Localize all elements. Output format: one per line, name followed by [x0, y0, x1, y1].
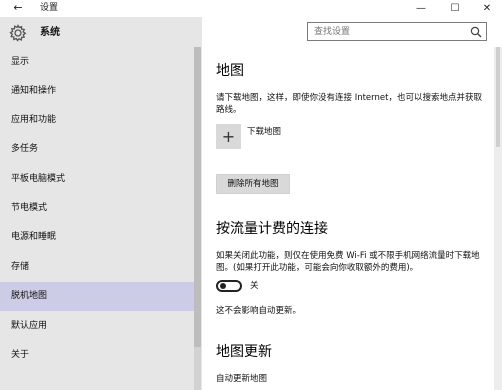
sidebar-header: 系统	[0, 17, 202, 47]
metered-toggle[interactable]	[216, 280, 242, 292]
sidebar-item-power-sleep[interactable]: 电源和睡眠	[0, 223, 194, 252]
sidebar-item-default-apps[interactable]: 默认应用	[0, 312, 194, 341]
auto-update-label: 自动更新地图	[216, 374, 268, 384]
main-scrollbar[interactable]	[494, 47, 502, 390]
main-scrollbar-thumb[interactable]	[496, 47, 500, 147]
sidebar-item-apps[interactable]: 应用和功能	[0, 106, 194, 135]
plus-icon: +	[221, 127, 236, 146]
metered-note: 这不会影响自动更新。	[216, 306, 302, 316]
sidebar-scrollbar-thumb[interactable]	[194, 47, 201, 347]
back-arrow-icon[interactable]: ←	[10, 1, 26, 15]
search-icon[interactable]	[470, 26, 482, 38]
close-button[interactable]: ✕	[472, 0, 502, 17]
gear-icon	[9, 24, 27, 42]
main-content: 地图 请下载地图，这样，即使你没有连接 Internet，也可以搜索地点并获取路…	[203, 47, 502, 390]
metered-heading: 按流量计费的连接	[216, 221, 328, 237]
maps-description: 请下载地图，这样，即使你没有连接 Internet，也可以搜索地点并获取路线。	[216, 93, 482, 115]
maps-heading: 地图	[216, 63, 244, 79]
map-updates-heading: 地图更新	[216, 344, 272, 360]
sidebar-item-display[interactable]: 显示	[0, 48, 194, 77]
sidebar-scrollbar[interactable]	[194, 47, 201, 390]
metered-toggle-label: 关	[250, 281, 259, 291]
sidebar-item-battery-saver[interactable]: 节电模式	[0, 194, 194, 223]
delete-all-maps-button[interactable]: 删除所有地图	[216, 174, 290, 194]
sidebar-item-tablet-mode[interactable]: 平板电脑模式	[0, 165, 194, 194]
minimize-button[interactable]: —	[404, 0, 438, 17]
sidebar-item-multitasking[interactable]: 多任务	[0, 135, 194, 164]
sidebar-title: 系统	[40, 27, 60, 38]
sidebar-item-notifications[interactable]: 通知和操作	[0, 77, 194, 106]
title-bar: ← 设置 — ☐ ✕	[0, 0, 502, 17]
window-title: 设置	[40, 3, 59, 13]
maximize-button[interactable]: ☐	[438, 0, 472, 17]
sidebar-item-offline-maps[interactable]: 脱机地图	[0, 282, 194, 311]
sidebar-item-about[interactable]: 关于	[0, 341, 194, 370]
download-maps-label[interactable]: 下载地图	[247, 126, 281, 138]
sidebar-item-storage[interactable]: 存储	[0, 253, 194, 282]
metered-description: 如果关闭此功能，则仅在使用免费 Wi-Fi 或不限手机网络流量时下载地图。(如果…	[216, 251, 480, 273]
sidebar: 系统 显示 通知和操作 应用和功能 多任务 平板电脑模式 节电模式 电源和睡眠 …	[0, 17, 202, 390]
search-placeholder: 查找设置	[314, 27, 351, 37]
toggle-knob	[220, 283, 226, 289]
search-box[interactable]: 查找设置	[307, 22, 487, 41]
download-maps-button[interactable]: +	[216, 124, 241, 149]
